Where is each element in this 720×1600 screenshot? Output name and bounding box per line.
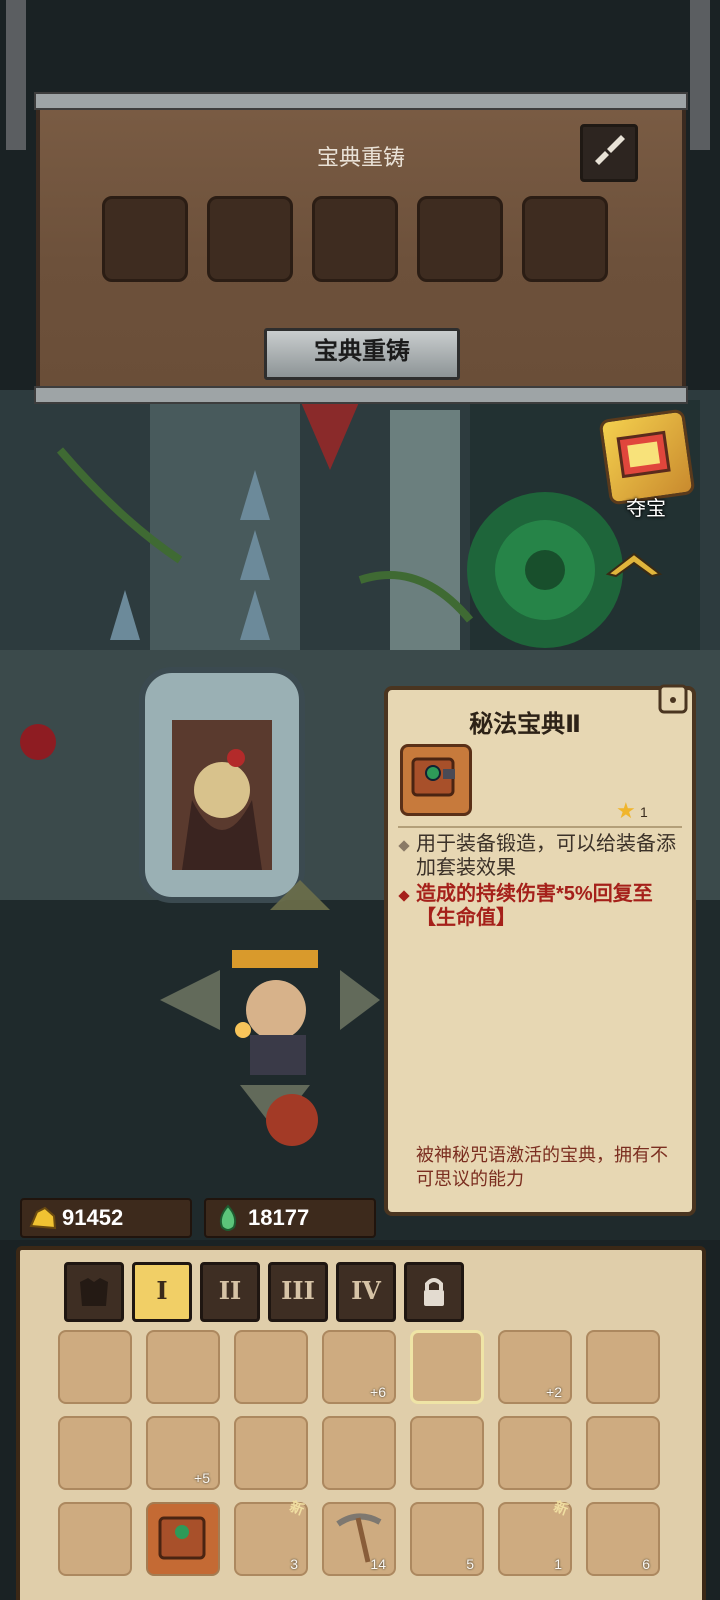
armor-icon [80,1278,108,1306]
essence-counter: 18177 [204,1198,376,1238]
treasure-hunt-button[interactable] [598,408,696,506]
bullet-icon [398,890,410,902]
inventory-item-locked-ring[interactable] [58,1502,132,1576]
inventory-item-gold-coin[interactable] [498,1416,572,1490]
inventory-item-shadow-cloak[interactable] [410,1330,484,1404]
treasure-chest-icon [616,430,671,479]
reforge-button[interactable]: 宝典重铸 [264,328,460,380]
reforge-slot-5[interactable] [522,196,608,282]
gold-counter: 91452 [20,1198,192,1238]
item-count: 5 [466,1556,474,1572]
essence-amount: 18177 [248,1205,310,1230]
inventory-item-plate-armor[interactable]: +6 [322,1330,396,1404]
item-flavor-text: 被神秘咒语激活的宝典，拥有不可思议的能力 [416,1145,668,1190]
game-scene: 宝典重铸 宝典重铸 夺宝 秘法宝典Ⅱ ★ 1 用于装备锻造，可以给装备添加套装效… [0,0,720,1600]
inventory-item-eye-scroll[interactable]: 5 [410,1502,484,1576]
tab-locked[interactable] [404,1262,464,1322]
item-description: 用于装备锻造，可以给装备添加套装效果 [416,833,676,879]
gold-nugget-icon [29,1206,57,1230]
inventory-item-pickaxe[interactable]: 14 [322,1502,396,1576]
tab-tier-4[interactable]: IV [336,1262,396,1322]
item-count: 14 [370,1556,386,1572]
item-count: 3 [290,1556,298,1572]
inventory-item-horned-mask[interactable] [234,1330,308,1404]
inventory-item-gem-amulet[interactable] [58,1416,132,1490]
inventory-item-arcane-tome[interactable] [146,1502,220,1576]
panel-bottom-rail [34,386,688,404]
tab-tier-1[interactable]: I [132,1262,192,1322]
inventory-item-red-potion[interactable]: 新1 [498,1498,572,1576]
item-count: +5 [194,1470,210,1486]
inventory-item-sun-medallion[interactable] [234,1416,308,1490]
panel-top-rail [34,92,688,110]
item-detail-card: 秘法宝典Ⅱ ★ 1 用于装备锻造，可以给装备添加套装效果 造成的持续伤害*5%回… [384,684,696,1216]
inventory-item-dark-helmet[interactable] [58,1330,132,1404]
inventory-item-spiked-shield[interactable] [322,1416,396,1490]
star-count: 1 [640,804,648,820]
tab-armor[interactable] [64,1262,124,1322]
card-corner-icon [658,684,688,714]
inventory-item-ring[interactable] [586,1416,660,1490]
brush-button[interactable] [580,124,638,182]
inventory-item-blue-potion[interactable]: 6 [586,1502,660,1576]
tab-tier-3[interactable]: III [268,1262,328,1322]
reforge-slot-4[interactable] [417,196,503,282]
reforge-slot-1[interactable] [102,196,188,282]
gold-amount: 91452 [62,1205,124,1230]
card-divider [398,826,682,828]
item-count: +6 [370,1384,386,1400]
item-set-effect: 造成的持续伤害*5%回复至【生命值】 [416,883,653,929]
item-count: +2 [546,1384,562,1400]
lock-icon [424,1278,444,1306]
reforge-slot-2[interactable] [207,196,293,282]
inventory-item-spiked-gauntlet[interactable] [586,1330,660,1404]
inventory-item-locked-knight-helmet[interactable] [146,1330,220,1404]
arcane-tome-icon [158,1516,206,1560]
expand-up-icon[interactable] [604,548,664,578]
inventory-item-shadow-cloak-2[interactable]: +2 [498,1330,572,1404]
inventory-item-fist-glove[interactable] [410,1416,484,1490]
tab-tier-2[interactable]: II [200,1262,260,1322]
green-essence-icon [219,1204,237,1231]
inventory-item-scroll[interactable]: 新3 [234,1498,308,1576]
reforge-slot-3[interactable] [312,196,398,282]
inventory-item-locked-boots[interactable]: +5 [146,1416,220,1490]
item-name: 秘法宝典Ⅱ [469,711,581,738]
codex-reforge-panel: 宝典重铸 宝典重铸 [34,92,688,404]
arcane-tome-icon [400,744,472,816]
treasure-hunt-label: 夺宝 [626,498,666,520]
star-icon: ★ [616,798,636,823]
bullet-icon [398,840,410,852]
item-count: 1 [554,1556,562,1572]
item-count: 6 [642,1556,650,1572]
brush-icon [595,135,625,165]
